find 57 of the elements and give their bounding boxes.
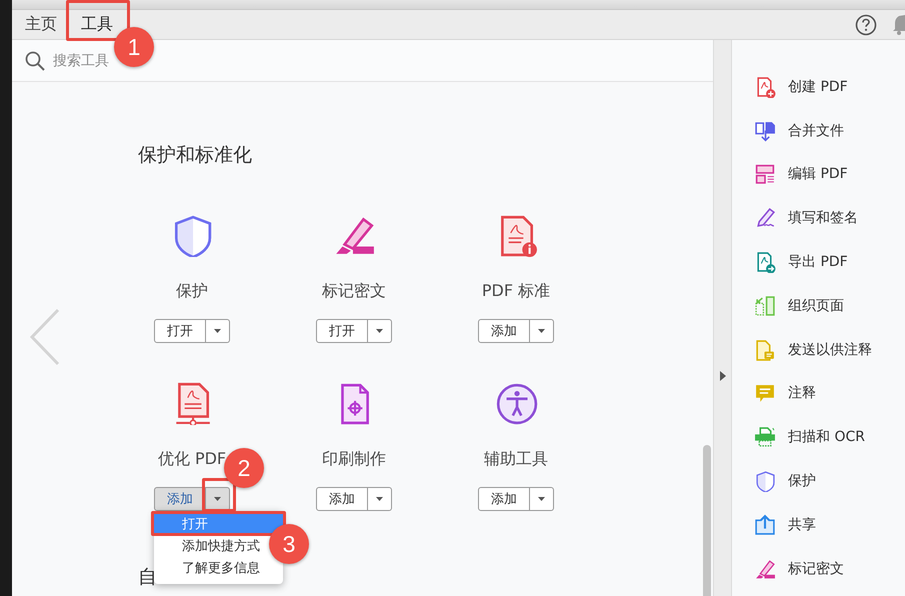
action-button[interactable]: 添加 (478, 487, 530, 511)
dropdown-button[interactable] (530, 319, 554, 343)
tab[interactable]: 主页 (13, 12, 69, 37)
upload-icon (754, 514, 776, 536)
shield-icon (754, 470, 776, 492)
action-button[interactable]: 添加 (478, 319, 530, 343)
caret-icon (214, 329, 221, 333)
sidebar-item[interactable]: 填写和签名 (788, 209, 858, 228)
action-button[interactable]: 添加 (154, 487, 206, 511)
expand-arrow-icon[interactable] (720, 371, 726, 381)
layout-icon (754, 163, 776, 186)
sidebar-item[interactable]: 注释 (788, 384, 816, 402)
marker-icon (754, 558, 776, 580)
tool-label: 保护 (176, 281, 208, 301)
dropdown-button[interactable] (206, 487, 230, 511)
sidebar-item[interactable]: 导出 PDF (788, 253, 848, 272)
caret-icon (214, 497, 221, 501)
section-heading: 保护和标准化 (138, 144, 252, 166)
tool-label: 标记密文 (322, 281, 386, 301)
action-button[interactable]: 添加 (316, 487, 368, 511)
sidebar-item[interactable]: 发送以供注释 (788, 340, 872, 359)
dropdown-button[interactable] (530, 487, 554, 511)
scanner-icon (754, 426, 776, 448)
accessibility-icon (494, 381, 538, 425)
sidebar-item[interactable]: 组织页面 (788, 296, 844, 315)
pen-icon (754, 207, 776, 230)
tool-label: 印刷制作 (322, 449, 386, 469)
dropdown-button[interactable] (368, 319, 392, 343)
caret-icon (538, 329, 545, 333)
menu-item[interactable]: 了解更多信息 (154, 558, 262, 580)
sidebar-item[interactable]: 保护 (788, 472, 816, 490)
tool-label: PDF 标准 (482, 281, 550, 301)
help-icon[interactable] (855, 14, 877, 36)
sidebar-item[interactable]: 共享 (788, 516, 816, 534)
speech-bubble-icon (754, 382, 776, 404)
caret-icon (376, 329, 383, 333)
sidebar-item[interactable]: 编辑 PDF (788, 165, 848, 184)
tab[interactable]: 工具 (69, 12, 113, 37)
dropdown-button[interactable] (368, 487, 392, 511)
section-heading: 自 (138, 566, 157, 588)
dropdown-button[interactable] (206, 319, 230, 343)
tool-label: 优化 PDF (158, 449, 226, 469)
menu-item[interactable]: 添加快捷方式 (154, 536, 262, 558)
sidebar-item[interactable]: 标记密文 (788, 560, 844, 578)
sidebar-item[interactable]: 创建 PDF (788, 78, 848, 96)
scrollbar-thumb[interactable] (703, 445, 711, 596)
pages-icon (754, 294, 776, 317)
tool-label: 辅助工具 (484, 449, 548, 469)
combine-files-icon (754, 120, 776, 142)
caret-icon (376, 497, 383, 501)
action-button[interactable]: 打开 (316, 319, 368, 343)
action-button[interactable]: 打开 (154, 319, 206, 343)
sidebar-item[interactable]: 合并文件 (788, 122, 844, 140)
search-icon (25, 50, 45, 70)
caret-icon (538, 497, 545, 501)
document-comment-icon (754, 338, 776, 361)
sidebar-item[interactable]: 扫描和 OCR (788, 428, 865, 446)
